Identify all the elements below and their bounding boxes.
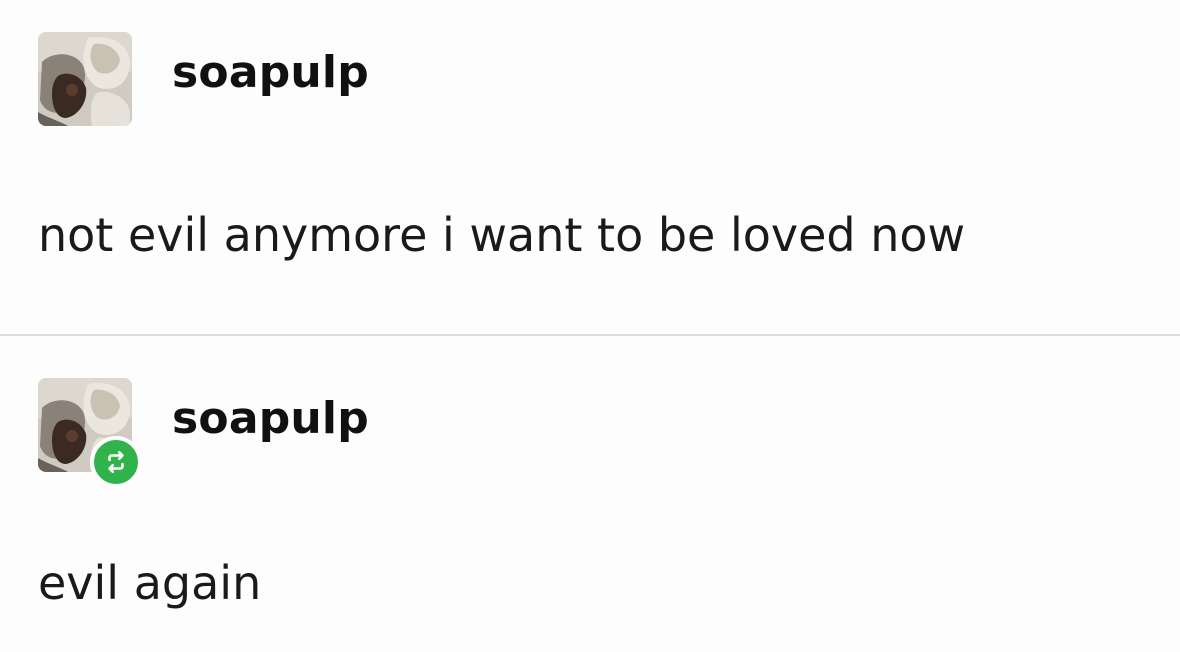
username[interactable]: soapulp <box>172 51 369 95</box>
reblog-badge <box>90 436 142 488</box>
avatar[interactable] <box>38 378 142 488</box>
post-header: soapulp <box>38 30 369 128</box>
reblog-icon <box>108 450 124 474</box>
post-divider <box>0 334 1180 336</box>
avatar[interactable] <box>38 32 132 126</box>
post-reblog: soapulp evil again <box>0 338 1180 652</box>
username[interactable]: soapulp <box>172 397 369 441</box>
avatar-image <box>38 32 132 126</box>
post-text: not evil anymore i want to be loved now <box>38 208 966 262</box>
post-header: soapulp <box>38 376 369 488</box>
post-text: evil again <box>38 556 262 610</box>
post-original: soapulp not evil anymore i want to be lo… <box>0 0 1180 336</box>
